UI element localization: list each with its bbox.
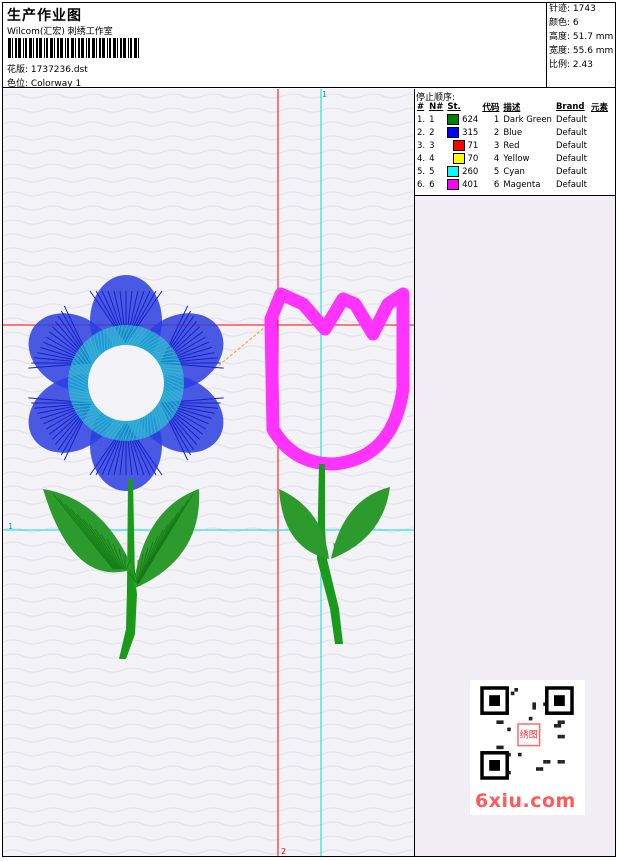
row-stitches: 260 [445,165,480,178]
row-description: Dark Green [503,114,552,125]
row-description: Cyan [503,166,525,177]
table-row: 2. 2 315 2 Blue Default [415,126,610,139]
color-swatch [447,114,460,125]
row-stitches: 70 [445,152,480,165]
row-needle: 1 [429,114,435,125]
worksheet-header: 生产作业图 Wilcom(汇宏) 刺绣工作室 花版: 1737236.dst 色… [2,2,616,89]
col-header-description: 描述 [503,103,521,113]
row-brand: Default [555,140,588,151]
company-name: Wilcom(汇宏) 刺绣工作室 [7,27,113,37]
color-table: # N# St. 代码 描述 Brand 元素 1. 1 624 1 Dark Gre… [415,101,610,191]
col-header-needle: N# [429,102,444,112]
seal-text: 绣图 [520,729,538,741]
row-needle: 4 [429,153,435,164]
design-stats: 针迹: 1743 颜色: 6 高度: 51.7 mm 宽度: 55.6 mm 比… [546,2,616,88]
row-brand: Default [555,114,588,125]
flower-center [88,345,164,421]
stat-stitches: 针迹: 1743 [549,4,596,14]
row-stitches: 401 [445,178,480,191]
row-index: 4. [417,153,426,164]
color-table-header: # N# St. 代码 描述 Brand 元素 [415,101,610,113]
row-needle: 5 [429,166,435,177]
color-swatch [447,166,460,177]
watermark-brand: 6xiu.com [475,790,576,812]
embroidery-preview: 1 1 2 2 [3,89,414,856]
table-row: 4. 4 70 4 Yellow Default [415,152,610,165]
page-title: 生产作业图 [7,8,82,24]
row-brand: Default [555,127,588,138]
guide-label-top: 1 [322,90,327,99]
row-code: 2 [493,127,500,138]
stop-sequence-table: 停止顺序: # N# St. 代码 描述 Brand 元素 1. 1 624 1 Da… [415,89,615,196]
col-header-stitches: St. [447,102,461,112]
stat-colors: 颜色: 6 [549,18,579,28]
color-swatch [447,179,460,190]
stat-scale: 比例: 2.43 [549,60,593,70]
row-stitches: 624 [445,113,480,126]
table-row: 6. 6 401 6 Magenta Default [415,178,610,191]
table-row: 1. 1 624 1 Dark Green Default [415,113,610,126]
row-element [589,139,610,152]
row-code: 5 [493,166,500,177]
row-index: 2. [417,127,426,138]
row-index: 6. [417,179,426,190]
row-needle: 3 [429,140,435,151]
row-element [589,152,610,165]
barcode [8,38,139,58]
col-header-element: 元素 [591,103,609,113]
row-code: 3 [493,140,500,151]
colorway-label: 色位: Colorway 1 [7,79,82,89]
fabric-texture [3,89,414,856]
row-brand: Default [555,166,588,177]
col-header-code: 代码 [482,103,500,113]
row-needle: 6 [429,179,435,190]
row-code: 1 [493,114,500,125]
row-description: Blue [503,127,523,138]
row-description: Magenta [503,179,541,190]
design-file-label: 花版: 1737236.dst [7,65,88,75]
row-stitches: 315 [445,126,480,139]
row-element [589,113,610,126]
stat-width: 宽度: 55.6 mm [549,46,614,56]
design-canvas: 1 1 2 2 [3,89,415,856]
stat-height: 高度: 51.7 mm [549,32,614,42]
guide-label-bottom: 2 [281,847,286,856]
row-element [589,165,610,178]
col-header-index: # [417,102,425,112]
row-needle: 2 [429,127,435,138]
row-description: Red [503,140,520,151]
qr-code-icon: 绣图 [480,686,574,780]
row-description: Yellow [503,153,530,164]
row-code: 6 [493,179,500,190]
color-swatch [452,153,465,164]
table-row: 5. 5 260 5 Cyan Default [415,165,610,178]
row-brand: Default [555,153,588,164]
row-index: 5. [417,166,426,177]
row-index: 1. [417,114,426,125]
col-header-brand: Brand [555,102,585,112]
color-swatch [452,140,465,151]
table-row: 3. 3 71 3 Red Default [415,139,610,152]
row-element [589,126,610,139]
color-swatch [447,127,460,138]
row-code: 4 [493,153,500,164]
row-index: 3. [417,140,426,151]
row-brand: Default [555,179,588,190]
row-element [589,178,610,191]
row-stitches: 71 [445,139,480,152]
guide-label-left: 1 [8,522,13,531]
